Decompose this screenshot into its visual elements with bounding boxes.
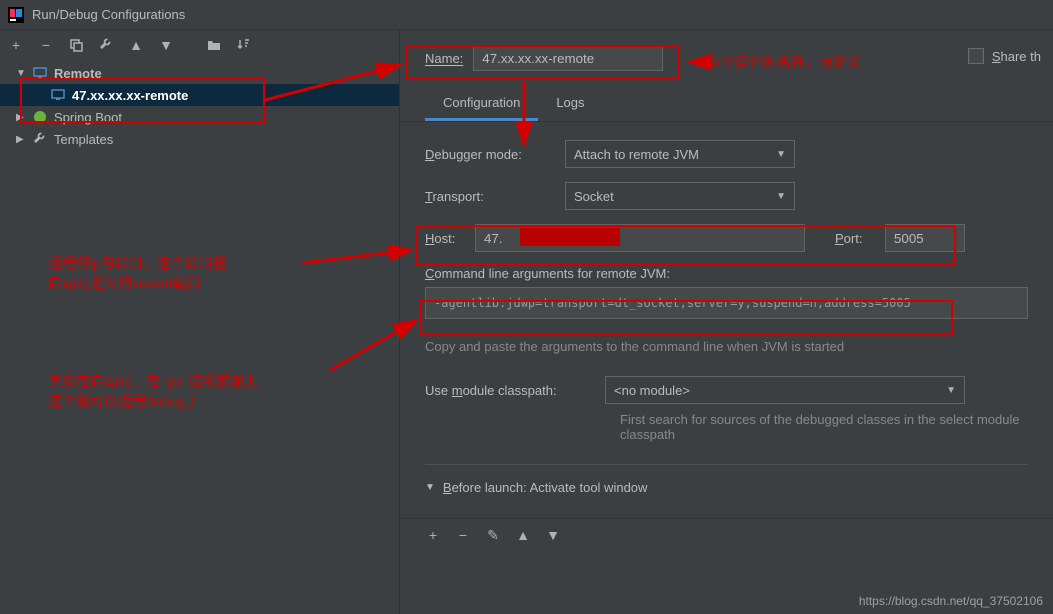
cmd-label: Command line arguments for remote JVM: (425, 266, 1028, 281)
app-icon (8, 7, 24, 23)
remove-icon[interactable]: − (38, 37, 54, 53)
sort-icon[interactable] (236, 37, 252, 53)
tree-label: Remote (54, 66, 102, 81)
up-icon[interactable]: ▲ (128, 37, 144, 53)
tab-logs[interactable]: Logs (538, 87, 602, 121)
name-label: Name: (425, 51, 463, 66)
redaction-bar (520, 228, 620, 246)
watermark: https://blog.csdn.net/qq_37502106 (859, 594, 1043, 608)
folder-icon[interactable] (206, 37, 222, 53)
debugger-mode-row: Debugger mode: Attach to remote JVM ▼ (425, 140, 1028, 168)
name-row: Name: (400, 30, 1053, 79)
up-icon[interactable]: ▲ (515, 527, 531, 543)
before-launch-label: Before launch: Activate tool window (443, 480, 648, 495)
down-icon[interactable]: ▼ (158, 37, 174, 53)
host-label: Host: (425, 231, 465, 246)
before-launch-section[interactable]: ▼ Before launch: Activate tool window (425, 475, 1028, 500)
tree-item-remote-config[interactable]: 47.xx.xx.xx-remote (0, 84, 399, 106)
port-input[interactable] (885, 224, 965, 252)
remote-icon (32, 65, 48, 81)
remote-icon (50, 87, 66, 103)
share-checkbox[interactable] (968, 48, 984, 64)
copy-icon[interactable] (68, 37, 84, 53)
tree-item-spring-boot[interactable]: ▶ Spring Boot (0, 106, 399, 128)
chevron-down-icon: ▼ (776, 191, 786, 202)
edit-icon[interactable]: ✎ (485, 527, 501, 543)
module-dropdown[interactable]: <no module> ▼ (605, 376, 965, 404)
main-container: + − ▲ ▼ ▼ Remote 47.xx.xx.xx-remote ▶ (0, 30, 1053, 614)
tree-item-templates[interactable]: ▶ Templates (0, 128, 399, 150)
window-title: Run/Debug Configurations (32, 7, 185, 22)
transport-dropdown[interactable]: Socket ▼ (565, 182, 795, 210)
separator (425, 464, 1028, 465)
name-input[interactable] (473, 45, 663, 71)
wrench-icon[interactable] (98, 37, 114, 53)
module-row: Use module classpath: <no module> ▼ (425, 376, 1028, 404)
share-label: Share th (992, 49, 1041, 64)
tree-item-remote[interactable]: ▼ Remote (0, 62, 399, 84)
chevron-down-icon: ▼ (776, 149, 786, 160)
sidebar: + − ▲ ▼ ▼ Remote 47.xx.xx.xx-remote ▶ (0, 30, 400, 614)
expand-arrow-icon: ▶ (16, 134, 28, 145)
dropdown-value: Socket (574, 189, 614, 204)
port-label: Port: (835, 231, 875, 246)
help-text: Copy and paste the arguments to the comm… (425, 319, 1028, 368)
share-checkbox-row: Share th (968, 48, 1041, 64)
tree-label: Spring Boot (54, 110, 122, 125)
content-panel: Name: Share th Configuration Logs Debugg… (400, 30, 1053, 614)
debugger-mode-label: Debugger mode: (425, 147, 555, 162)
expand-arrow-icon: ▶ (16, 112, 28, 123)
add-icon[interactable]: + (8, 37, 24, 53)
transport-label: Transport: (425, 189, 555, 204)
dropdown-value: Attach to remote JVM (574, 147, 699, 162)
config-toolbar: + − ▲ ▼ (0, 30, 399, 60)
debugger-mode-dropdown[interactable]: Attach to remote JVM ▼ (565, 140, 795, 168)
add-icon[interactable]: + (425, 527, 441, 543)
help-text-2: First search for sources of the debugged… (620, 404, 1028, 442)
chevron-down-icon: ▼ (425, 482, 435, 493)
expand-arrow-icon: ▼ (16, 68, 28, 79)
config-tree: ▼ Remote 47.xx.xx.xx-remote ▶ Spring Boo… (0, 60, 399, 614)
tab-configuration[interactable]: Configuration (425, 87, 538, 121)
tree-label: 47.xx.xx.xx-remote (72, 88, 188, 103)
bottom-toolbar: + − ✎ ▲ ▼ (400, 518, 1053, 551)
transport-row: Transport: Socket ▼ (425, 182, 1028, 210)
remove-icon[interactable]: − (455, 527, 471, 543)
wrench-icon (32, 131, 48, 147)
cmd-args-input[interactable] (425, 287, 1028, 319)
title-bar: Run/Debug Configurations (0, 0, 1053, 30)
tabs: Configuration Logs (400, 79, 1053, 122)
dropdown-value: <no module> (614, 383, 690, 398)
chevron-down-icon: ▼ (946, 385, 956, 396)
tree-label: Templates (54, 132, 113, 147)
module-label: Use module classpath: (425, 383, 595, 398)
host-port-row: Host: Port: (425, 224, 1028, 252)
config-body: Debugger mode: Attach to remote JVM ▼ Tr… (400, 122, 1053, 518)
spring-icon (32, 109, 48, 125)
down-icon[interactable]: ▼ (545, 527, 561, 543)
